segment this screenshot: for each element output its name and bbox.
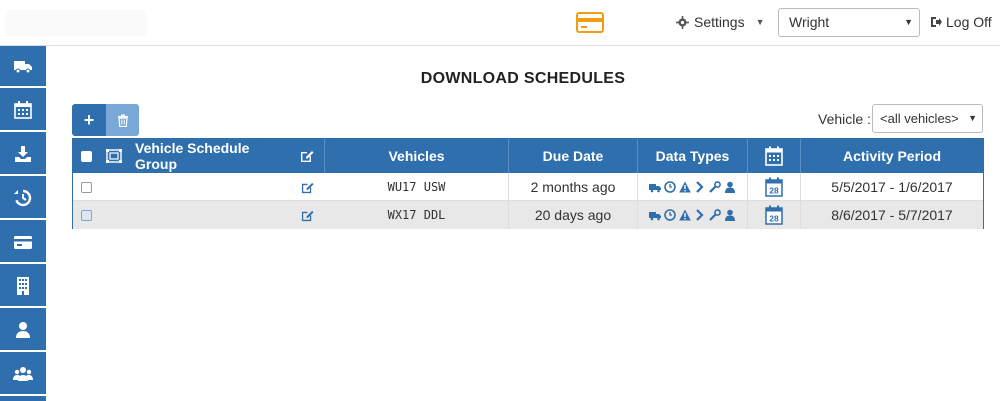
gear-icon (676, 15, 689, 29)
chevron-right-icon (696, 181, 704, 193)
row-due-date: 20 days ago (509, 201, 638, 229)
vehicle-filter-select[interactable]: <all vehicles> ▼ (872, 104, 983, 133)
calendar-day: 28 (769, 214, 779, 224)
row-select-cell (73, 173, 99, 201)
calendar-icon (14, 101, 32, 119)
row-select-cell (73, 201, 99, 229)
clock-icon (664, 181, 676, 193)
edit-icon[interactable] (301, 209, 314, 222)
sidebar-item-driver[interactable] (0, 310, 46, 352)
row-activity-period: 8/6/2017 - 5/7/2017 (831, 207, 953, 223)
calendar-day: 28 (769, 186, 779, 196)
column-header-data-types: Data Types (638, 139, 748, 173)
row-data-types (638, 201, 748, 229)
truck-icon (649, 212, 661, 221)
column-header-group: Vehicle Schedule Group (135, 140, 250, 172)
download-icon (15, 146, 31, 162)
column-header-activity-period[interactable]: Activity Period (801, 139, 983, 173)
wrench-icon (709, 181, 721, 193)
column-header-edit (289, 139, 325, 173)
sidebar (0, 46, 46, 401)
clock-icon (664, 209, 676, 221)
sidebar-item-history[interactable] (0, 178, 46, 220)
column-header-due-date[interactable]: Due Date (509, 139, 638, 173)
sidebar-item-users[interactable] (0, 354, 46, 396)
row-checkbox[interactable] (80, 181, 92, 193)
truck-icon (14, 61, 32, 74)
edit-icon (300, 151, 313, 162)
settings-label: Settings (694, 14, 745, 30)
chevron-right-icon (696, 209, 704, 221)
row-activity-period: 5/5/2017 - 1/6/2017 (831, 179, 953, 195)
table-header: Vehicle Schedule Group Vehicles Due Date… (73, 139, 983, 173)
row-vehicles: WU17 USW (325, 173, 509, 201)
trash-icon (117, 114, 128, 127)
add-button[interactable]: + (72, 104, 106, 136)
edit-icon[interactable] (301, 181, 314, 194)
warning-icon (679, 209, 691, 221)
users-icon (13, 367, 33, 381)
column-header-calendar (748, 139, 801, 173)
user-icon (725, 209, 735, 221)
sidebar-item-company[interactable] (0, 266, 46, 308)
page-title: DOWNLOAD SCHEDULES (420, 70, 626, 87)
row-calendar-cell: 28 (748, 201, 801, 229)
row-checkbox[interactable] (80, 209, 92, 221)
wrench-icon (709, 209, 721, 221)
row-edit-cell (289, 201, 325, 229)
table-row[interactable]: WX17 DDL 20 days ago 28 8/6/2017 - 5/7/2… (73, 201, 983, 229)
user-select[interactable]: Wright ▼ (778, 8, 920, 37)
select-all-cell (73, 139, 99, 173)
history-icon (14, 189, 32, 207)
vehicle-filter-label: Vehicle : (818, 111, 871, 127)
settings-menu[interactable]: Settings ▼ (676, 14, 765, 30)
group-icon-cell (99, 139, 129, 173)
user-icon (16, 322, 30, 338)
row-group-cell (99, 173, 289, 201)
card-icon (14, 236, 32, 249)
schedules-table: Vehicle Schedule Group Vehicles Due Date… (72, 138, 984, 229)
building-icon (17, 277, 29, 295)
calendar-icon (765, 146, 783, 166)
warning-icon (679, 181, 691, 193)
logo (6, 10, 146, 36)
row-edit-cell (289, 173, 325, 201)
row-data-types (638, 173, 748, 201)
column-header-vehicles[interactable]: Vehicles (325, 139, 509, 173)
sidebar-item-schedules[interactable] (0, 90, 46, 132)
logoff-link[interactable]: Log Off (930, 14, 992, 30)
vehicle-filter-value: <all vehicles> (880, 111, 959, 126)
row-due-date: 2 months ago (509, 173, 638, 201)
row-calendar-cell: 28 (748, 173, 801, 201)
sidebar-item-vehicles[interactable] (0, 46, 46, 88)
group-icon (106, 149, 122, 163)
caret-down-icon: ▼ (755, 17, 765, 27)
logoff-label: Log Off (946, 14, 992, 30)
caret-down-icon: ▼ (968, 113, 977, 123)
sign-out-icon (931, 17, 942, 27)
sidebar-item-download[interactable] (0, 134, 46, 176)
row-vehicles: WX17 DDL (325, 201, 509, 229)
card-icon[interactable] (576, 12, 604, 33)
calendar-icon[interactable]: 28 (765, 177, 783, 197)
calendar-icon[interactable]: 28 (765, 205, 783, 225)
user-select-value: Wright (789, 14, 830, 30)
delete-button[interactable] (106, 104, 139, 136)
top-bar: Settings ▼ Wright ▼ Log Off (0, 0, 1000, 46)
row-group-cell (99, 201, 289, 229)
table-row[interactable]: WU17 USW 2 months ago 28 5/5/2017 - 1/6/… (73, 173, 983, 201)
user-icon (725, 181, 735, 193)
sidebar-item-cards[interactable] (0, 222, 46, 264)
select-all-checkbox[interactable] (80, 150, 92, 162)
caret-down-icon: ▼ (904, 17, 913, 27)
truck-icon (649, 184, 661, 193)
